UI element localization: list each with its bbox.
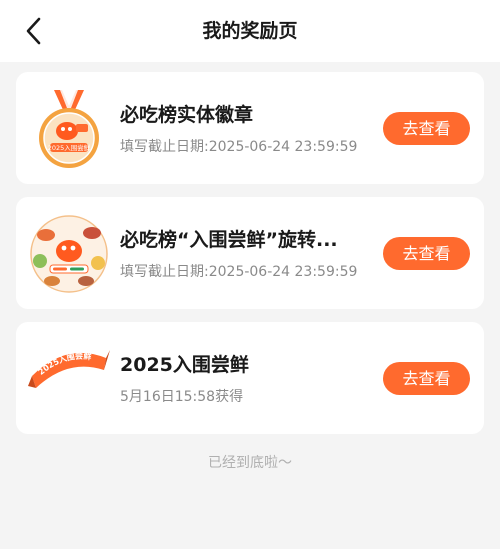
reward-deadline: 填写截止日期:2025-06-24 23:59:59 xyxy=(120,264,358,280)
view-button[interactable]: 去查看 xyxy=(383,362,470,395)
reward-deadline: 填写截止日期:2025-06-24 23:59:59 xyxy=(120,139,358,155)
reward-card-rotating-badge: 必吃榜“入围尝鲜”旋转... 填写截止日期:2025-06-24 23:59:5… xyxy=(16,197,484,309)
ribbon-badge-image: 2025入围尝鲜 xyxy=(26,336,112,422)
reward-title: 必吃榜“入围尝鲜”旋转... xyxy=(120,229,338,251)
medal-badge-image: 2025入围尝鲜 xyxy=(26,86,112,172)
reward-title: 必吃榜实体徽章 xyxy=(120,104,254,126)
medal-ribbon-text: 2025入围尝鲜 xyxy=(48,143,91,152)
reward-card-medal: 2025入围尝鲜 必吃榜实体徽章 填写截止日期:2025-06-24 23:59… xyxy=(16,72,484,184)
reward-title: 2025入围尝鲜 xyxy=(120,354,249,376)
top-nav-bar: 我的奖励页 xyxy=(0,0,500,62)
view-button[interactable]: 去查看 xyxy=(383,237,470,270)
view-button[interactable]: 去查看 xyxy=(383,112,470,145)
rotating-food-badge-image xyxy=(26,211,112,297)
end-of-list-text: 已经到底啦～ xyxy=(208,455,292,471)
reward-obtained-time: 5月16日15:58获得 xyxy=(120,389,244,405)
page-title: 我的奖励页 xyxy=(202,20,298,42)
reward-card-ribbon: 2025入围尝鲜 2025入围尝鲜 5月16日15:58获得 去查看 xyxy=(16,322,484,434)
